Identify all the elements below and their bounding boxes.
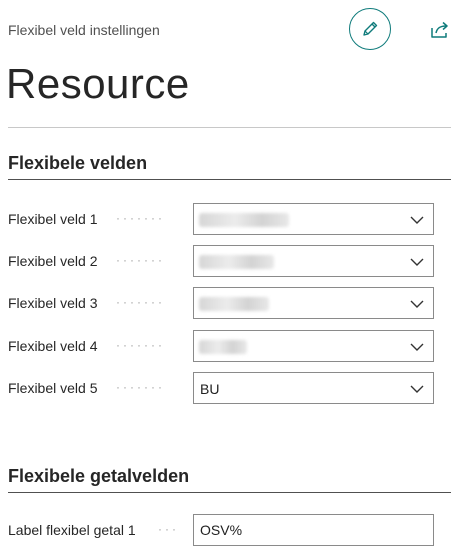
section-title-flexibele-velden: Flexibele velden: [8, 153, 148, 173]
field-row-flexibel-veld-1: Flexibel veld 1 ·······: [0, 203, 451, 235]
leader-dots: ·······: [116, 211, 165, 225]
flexibel-veld-3-select[interactable]: [193, 287, 434, 319]
field-row-flexibel-veld-2: Flexibel veld 2 ·······: [0, 245, 451, 277]
leader-dots: ···: [158, 522, 179, 536]
field-row-flexibel-veld-3: Flexibel veld 3 ·······: [0, 287, 451, 319]
chevron-down-icon: [410, 343, 424, 351]
leader-dots: ·······: [116, 253, 165, 267]
redacted-value: [199, 213, 289, 227]
redacted-value: [199, 255, 274, 269]
chevron-down-icon: [410, 300, 424, 308]
breadcrumb: Flexibel veld instellingen: [8, 22, 160, 38]
redacted-value: [199, 340, 247, 354]
field-label: Flexibel veld 3: [8, 295, 98, 311]
header-divider: [8, 127, 451, 128]
field-label: Flexibel veld 1: [8, 211, 98, 227]
field-label: Flexibel veld 2: [8, 253, 98, 269]
section-title-flexibele-getalvelden: Flexibele getalvelden: [8, 466, 190, 486]
chevron-down-icon: [410, 216, 424, 224]
select-value: BU: [200, 381, 220, 397]
page-title: Resource: [6, 60, 190, 107]
edit-button[interactable]: [349, 8, 391, 50]
flexibel-veld-1-select[interactable]: [193, 203, 434, 235]
field-row-label-flexibel-getal-1: Label flexibel getal 1 ···: [0, 514, 451, 546]
section-divider: [8, 179, 451, 180]
pencil-icon: [363, 21, 378, 36]
leader-dots: ·······: [116, 295, 165, 309]
share-button[interactable]: [429, 20, 451, 40]
flexibel-veld-5-select[interactable]: BU: [193, 372, 434, 404]
field-label: Flexibel veld 4: [8, 338, 98, 354]
label-flexibel-getal-1-input[interactable]: [193, 514, 434, 546]
field-row-flexibel-veld-4: Flexibel veld 4 ·······: [0, 330, 451, 362]
leader-dots: ·······: [116, 380, 165, 394]
chevron-down-icon: [410, 385, 424, 393]
redacted-value: [199, 297, 269, 311]
share-icon: [431, 21, 448, 38]
field-label: Flexibel veld 5: [8, 380, 98, 396]
flexibel-veld-4-select[interactable]: [193, 330, 434, 362]
section-divider: [8, 492, 451, 493]
chevron-down-icon: [410, 258, 424, 266]
field-label: Label flexibel getal 1: [8, 522, 136, 538]
leader-dots: ·······: [116, 338, 165, 352]
field-row-flexibel-veld-5: Flexibel veld 5 ······· BU: [0, 372, 451, 404]
flexibel-veld-2-select[interactable]: [193, 245, 434, 277]
